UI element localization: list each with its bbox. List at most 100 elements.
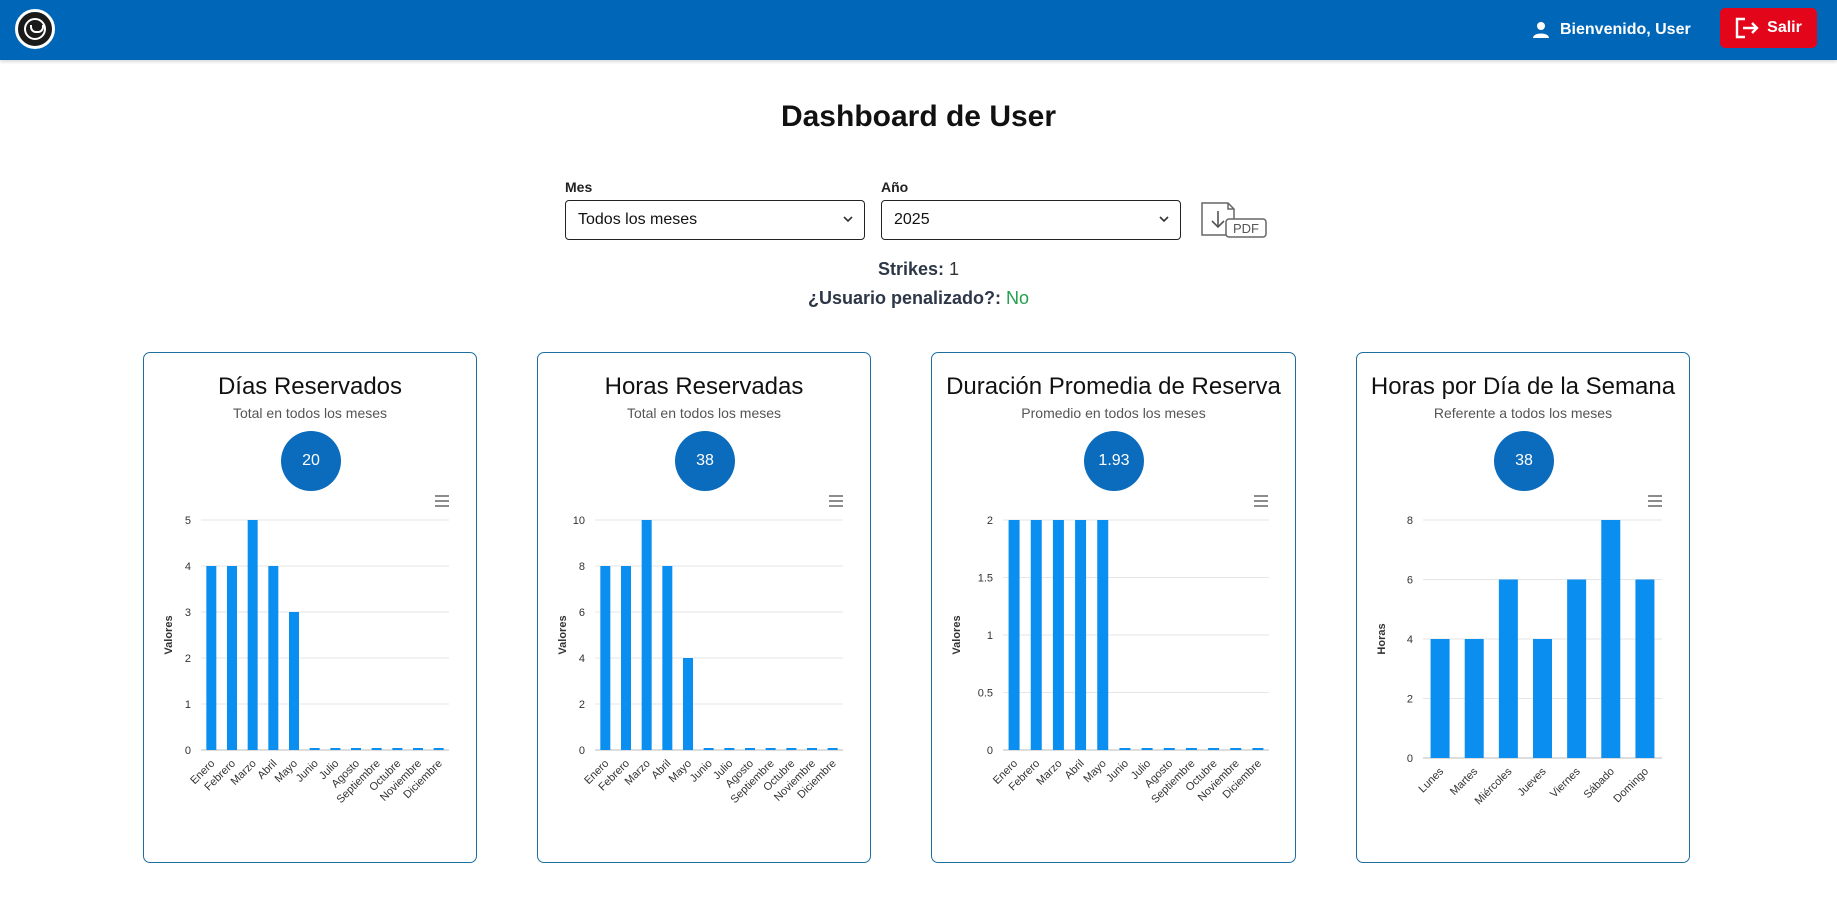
bar: [724, 748, 735, 750]
y-tick-label: 1: [185, 699, 191, 711]
year-select[interactable]: 2025: [881, 200, 1181, 240]
y-tick-label: 0: [1407, 753, 1413, 765]
month-label: Mes: [565, 179, 593, 195]
y-tick-label: 5: [185, 515, 191, 527]
bar: [765, 748, 776, 750]
y-tick-label: 1.5: [978, 573, 993, 585]
bar: [433, 748, 444, 750]
y-tick-label: 10: [573, 515, 585, 527]
y-tick-label: 2: [987, 515, 993, 527]
chevron-down-icon: [843, 216, 853, 223]
bar: [1464, 639, 1484, 758]
app-logo[interactable]: [15, 9, 55, 49]
card-horas-por-dia: Horas por Día de la Semana Referente a t…: [1356, 352, 1690, 863]
bar: [1533, 639, 1552, 758]
bar: [1498, 579, 1518, 758]
y-axis-label: Valores: [163, 615, 175, 654]
x-tick-label: Mayo: [273, 758, 301, 786]
year-label: Año: [881, 179, 909, 195]
y-tick-label: 0.5: [978, 688, 993, 700]
month-select[interactable]: Todos los meses: [565, 200, 865, 240]
bar: [1163, 748, 1175, 750]
bar-chart: 012345ValoresEneroFebreroMarzoAbrilMayoJ…: [163, 515, 449, 806]
strikes-line: Strikes: 1: [0, 259, 1837, 280]
page-title: Dashboard de User: [780, 100, 1057, 133]
bar: [827, 748, 838, 750]
penalized-label: ¿Usuario penalizado?:: [807, 288, 1001, 308]
x-tick-label: Mayo: [667, 758, 695, 786]
bar: [1635, 579, 1655, 758]
bar: [807, 748, 817, 750]
year-select-value: 2025: [894, 211, 930, 228]
y-tick-label: 6: [579, 607, 585, 619]
bar: [662, 566, 673, 750]
bar: [1230, 748, 1242, 750]
bar: [600, 566, 611, 750]
bar: [289, 612, 299, 750]
bar: [330, 748, 341, 750]
y-axis-label: Horas: [1376, 623, 1388, 654]
user-icon: [1533, 22, 1549, 38]
bar-chart: 00.511.52ValoresEneroFebreroMarzoAbrilMa…: [951, 515, 1269, 806]
y-tick-label: 2: [579, 699, 585, 711]
x-tick-label: Miércoles: [1473, 765, 1515, 807]
strikes-value: 1: [949, 259, 960, 279]
x-tick-label: Junio: [1104, 758, 1131, 785]
chevron-down-icon: [1159, 216, 1169, 223]
y-tick-label: 8: [1407, 515, 1413, 527]
bar: [1008, 520, 1020, 750]
y-tick-label: 0: [579, 745, 585, 757]
y-axis-label: Valores: [557, 615, 569, 654]
month-select-value: Todos los meses: [578, 211, 698, 228]
card-duracion-promedia: Duración Promedia de Reserva Promedio en…: [931, 352, 1296, 863]
bar: [227, 566, 237, 750]
y-tick-label: 0: [185, 745, 191, 757]
bar: [1030, 520, 1042, 750]
bar: [1430, 639, 1450, 758]
bar: [1141, 748, 1153, 750]
y-tick-label: 6: [1407, 575, 1413, 587]
x-tick-label: Mayo: [1081, 758, 1109, 786]
penalized-value: No: [1006, 288, 1030, 308]
chart-menu-icon[interactable]: [1647, 494, 1663, 508]
bar: [1052, 520, 1064, 750]
bar-chart: 0246810ValoresEneroFebreroMarzoAbrilMayo…: [557, 515, 843, 806]
bar: [1075, 520, 1087, 750]
y-tick-label: 1: [987, 630, 993, 642]
y-tick-label: 4: [1407, 634, 1413, 646]
bar: [371, 748, 382, 750]
bar: [1185, 748, 1197, 750]
x-tick-label: Lunes: [1417, 765, 1447, 795]
bar: [1252, 748, 1264, 750]
bar: [683, 658, 693, 750]
bar: [621, 566, 631, 750]
logout-button[interactable]: Salir: [1720, 8, 1817, 48]
pdf-label: PDF: [1233, 221, 1259, 236]
pdf-download-button[interactable]: PDF: [1196, 197, 1268, 241]
bar: [247, 520, 258, 750]
bar: [1567, 579, 1587, 758]
bar: [1208, 748, 1220, 750]
bar: [1601, 520, 1621, 758]
chart-menu-icon[interactable]: [434, 494, 450, 508]
logout-icon: [1735, 17, 1759, 39]
card-dias-reservados: Días Reservados Total en todos los meses…: [143, 352, 477, 863]
x-tick-label: Junio: [688, 758, 715, 785]
y-tick-label: 3: [185, 607, 191, 619]
bar: [745, 748, 755, 750]
bar-chart: 0 2 4 6 8 Horas Lunes MartesMiércoles Jueves Vier…: [1376, 515, 1662, 807]
y-tick-label: 2: [185, 653, 191, 665]
bar: [268, 566, 279, 750]
x-tick-label: Martes: [1448, 765, 1481, 798]
chart-menu-icon[interactable]: [828, 494, 844, 508]
strikes-label: Strikes:: [877, 259, 944, 279]
x-tick-label: Marzo: [1034, 758, 1064, 788]
y-tick-label: 0: [987, 745, 993, 757]
x-tick-label: Junio: [294, 758, 321, 785]
bar: [641, 520, 652, 750]
x-tick-label: Viernes: [1548, 765, 1583, 800]
chart-menu-icon[interactable]: [1253, 494, 1269, 508]
card-horas-reservadas: Horas Reservadas Total en todos los mese…: [537, 352, 871, 863]
y-tick-label: 8: [579, 561, 585, 573]
welcome-user: Bienvenido, User: [1532, 18, 1691, 42]
